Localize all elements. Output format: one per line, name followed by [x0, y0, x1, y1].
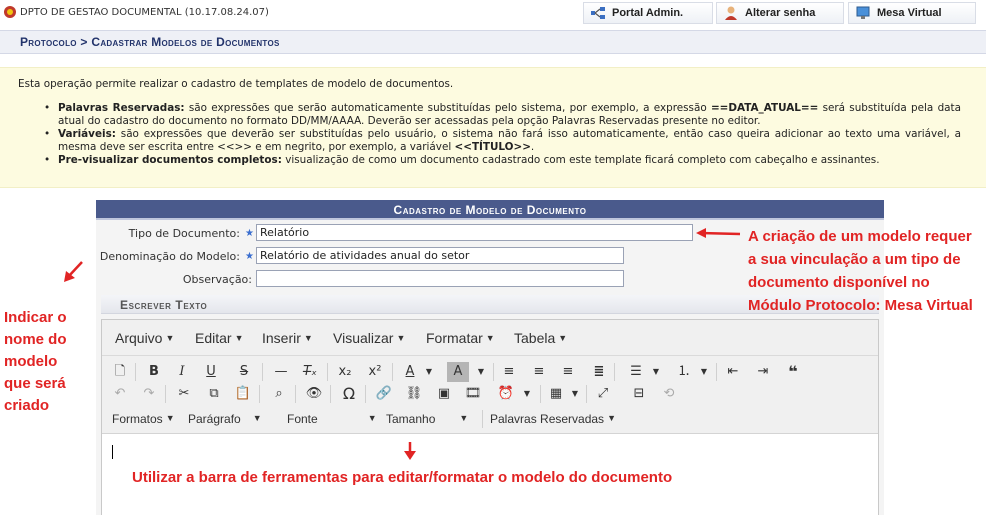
arrow-down-icon [404, 442, 416, 460]
arrow-right-icon [696, 228, 741, 238]
arrow-left-icon [64, 261, 83, 282]
annotation-arrows [64, 228, 741, 460]
